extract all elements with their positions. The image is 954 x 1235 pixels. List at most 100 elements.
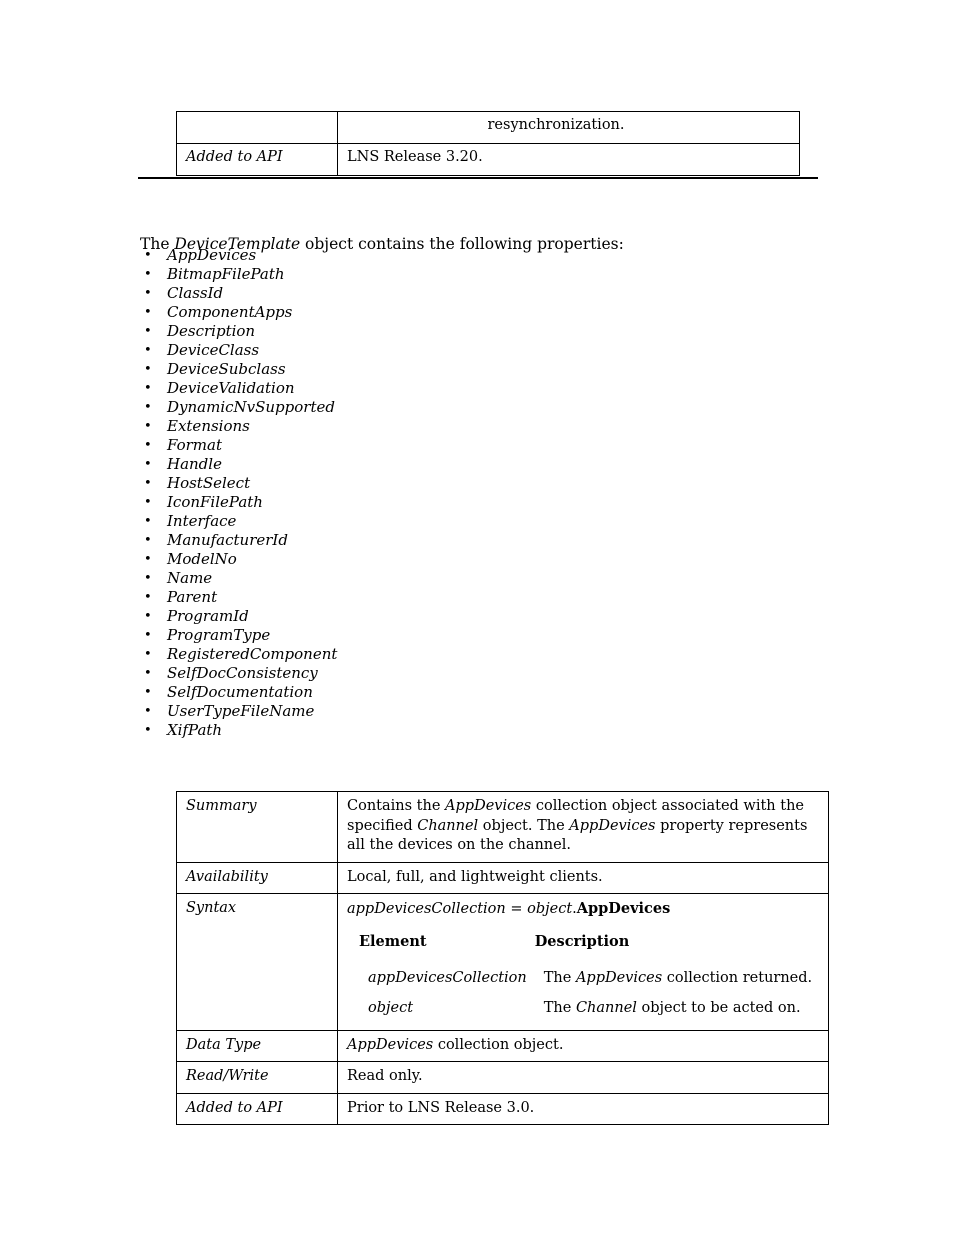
summary-text-1: Contains the (347, 798, 446, 814)
document-page: resynchronization. Added to API LNS Rele… (0, 0, 954, 1235)
table-row-added-to-api: Added to API Prior to LNS Release 3.0. (176, 1092, 830, 1125)
property-name: DeviceClass (167, 341, 260, 359)
bullet-icon: • (144, 419, 152, 434)
list-item: • DeviceClass (140, 341, 337, 360)
element-column-header: Element (359, 933, 427, 951)
element-name-object: object (359, 994, 535, 1024)
description-column-header: Description (534, 933, 630, 951)
intro-text-after: object contains the following properties… (300, 234, 624, 253)
bullet-icon: • (144, 248, 152, 263)
property-name: XifPath (167, 721, 223, 739)
element-name-text: object (368, 999, 414, 1016)
property-name: ClassId (167, 284, 224, 302)
row-label-summary: Summary (176, 791, 338, 863)
property-name: DynamicNvSupported (167, 398, 335, 416)
table-row-availability: Availability Local, full, and lightweigh… (176, 861, 830, 894)
table-row-summary: Summary Contains the AppDevices collecti… (176, 791, 830, 863)
row-label-added-to-api: Added to API (176, 1092, 338, 1125)
property-name: Name (167, 569, 213, 587)
bullet-icon: • (144, 286, 152, 301)
bullet-icon: • (144, 476, 152, 491)
property-name: Format (167, 436, 222, 454)
bullet-icon: • (144, 647, 152, 662)
list-item: • Name (140, 569, 337, 588)
property-name: IconFilePath (167, 493, 263, 511)
bullet-icon: • (144, 704, 152, 719)
property-name: BitmapFilePath (167, 265, 285, 283)
property-name: ProgramType (167, 626, 271, 644)
bullet-icon: • (144, 495, 152, 510)
property-name: DeviceValidation (167, 379, 295, 397)
syntax-lhs: appDevicesCollection (347, 900, 506, 917)
element-table-header-row: Element Description (359, 932, 820, 963)
property-name: Interface (167, 512, 237, 530)
property-name: Extensions (167, 417, 250, 435)
bullet-icon: • (144, 457, 152, 472)
desc-text-1: The (543, 999, 576, 1016)
table-row: Added to API LNS Release 3.20. (176, 143, 800, 176)
row-value-data-type: AppDevices collection object. (336, 1030, 830, 1063)
bullet-icon: • (144, 533, 152, 548)
bullet-icon: • (144, 305, 152, 320)
bullet-icon: • (144, 362, 152, 377)
appdevices-property-table: Summary Contains the AppDevices collecti… (176, 791, 830, 1125)
table-row-read-write: Read/Write Read only. (176, 1061, 830, 1094)
bullet-icon: • (144, 343, 152, 358)
property-name: RegisteredComponent (167, 645, 338, 663)
element-description-appdevicescollection: The AppDevices collection returned. (535, 964, 820, 994)
summary-em-appdevices: AppDevices (445, 798, 532, 814)
list-item: • UserTypeFileName (140, 702, 337, 721)
element-name-text: appDevicesCollection (368, 969, 527, 986)
row-value-read-write: Read only. (336, 1061, 830, 1094)
summary-em-channel: Channel (417, 817, 479, 834)
property-name: Parent (167, 588, 218, 606)
bullet-icon: • (144, 685, 152, 700)
row-value-availability: Local, full, and lightweight clients. (336, 861, 830, 894)
list-item: • Extensions (140, 417, 337, 436)
bullet-icon: • (144, 381, 152, 396)
property-name: ManufacturerId (167, 531, 288, 549)
list-item: • HostSelect (140, 474, 337, 493)
list-item: • ProgramId (140, 607, 337, 626)
bullet-icon: • (144, 571, 152, 586)
list-item: • SelfDocumentation (140, 683, 337, 702)
element-table-row: appDevicesCollection The AppDevices coll… (359, 964, 820, 994)
device-template-properties-list: • AppDevices • BitmapFilePath • ClassId • Compo… (140, 246, 337, 740)
element-name-appdevicescollection: appDevicesCollection (359, 964, 535, 994)
bullet-icon: • (144, 438, 152, 453)
bullet-icon: • (144, 267, 152, 282)
desc-text-1: The (543, 969, 576, 986)
list-item: • RegisteredComponent (140, 645, 337, 664)
row-value-summary: Contains the AppDevices collection objec… (336, 791, 830, 863)
row-value-syntax: appDevicesCollection = object.AppDevices… (336, 892, 830, 1032)
syntax-property: AppDevices (576, 899, 671, 917)
bullet-icon: • (144, 628, 152, 643)
list-item: • ManufacturerId (140, 531, 337, 550)
list-item: • AppDevices (140, 246, 337, 265)
summary-em-appdevices-2: AppDevices (569, 817, 656, 834)
list-item: • IconFilePath (140, 493, 337, 512)
property-name: Description (167, 322, 256, 340)
property-name: SelfDocConsistency (167, 664, 318, 682)
row-label-data-type: Data Type (176, 1030, 338, 1063)
list-item: • ComponentApps (140, 303, 337, 322)
bullet-icon: • (144, 552, 152, 567)
list-item: • Handle (140, 455, 337, 474)
list-item: • Format (140, 436, 337, 455)
list-item: • BitmapFilePath (140, 265, 337, 284)
data-type-em: AppDevices (347, 1037, 434, 1054)
row-label-availability: Availability (176, 861, 338, 894)
desc-em: Channel (575, 999, 637, 1016)
syntax-equals: = (505, 900, 528, 917)
section-divider-rule (138, 177, 818, 179)
property-name: DeviceSubclass (167, 360, 286, 378)
desc-em: AppDevices (575, 969, 663, 986)
property-name: ProgramId (167, 607, 249, 625)
continued-property-table: resynchronization. Added to API LNS Rele… (176, 111, 800, 176)
row-value-continued: resynchronization. (337, 111, 800, 144)
property-name: AppDevices (167, 246, 257, 264)
row-value-added-to-api: Prior to LNS Release 3.0. (336, 1092, 830, 1125)
property-name: ComponentApps (167, 303, 293, 321)
table-row-data-type: Data Type AppDevices collection object. (176, 1030, 830, 1063)
list-item: • ModelNo (140, 550, 337, 569)
